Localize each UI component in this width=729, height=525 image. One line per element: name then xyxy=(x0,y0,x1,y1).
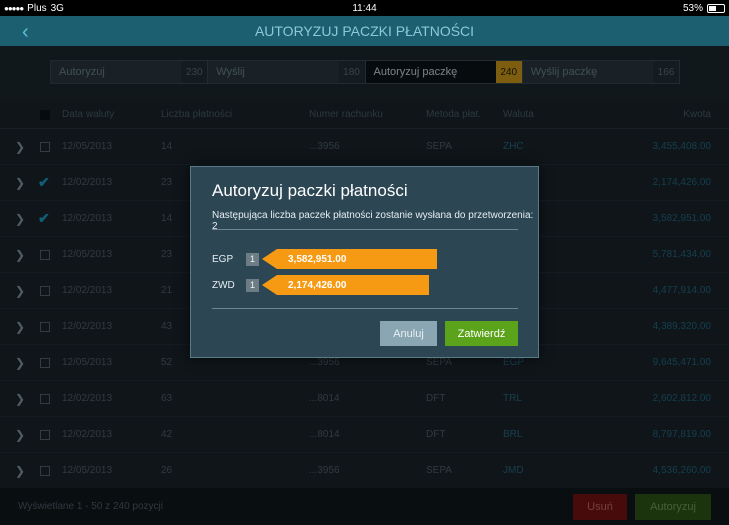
batch-amount-arrow: 2,174,426.00 xyxy=(262,275,429,295)
battery-fill xyxy=(709,5,716,11)
batch-amount: 3,582,951.00 xyxy=(288,254,347,265)
batch-currency: EGP xyxy=(212,253,234,265)
nav-header: ‹ AUTORYZUJ PACZKI PŁATNOŚCI xyxy=(0,16,729,46)
authorize-batch-dialog: Autoryzuj paczki płatności Następująca l… xyxy=(190,166,539,358)
battery-icon xyxy=(707,3,725,13)
back-chevron-icon[interactable]: ‹ xyxy=(22,21,29,44)
status-bar: ●●●●● Plus 3G 11:44 53% xyxy=(0,0,729,16)
network-label: 3G xyxy=(50,2,64,14)
signal-icon: ●●●●● xyxy=(4,3,24,13)
batch-amount: 2,174,426.00 xyxy=(288,280,347,291)
carrier-label: Plus xyxy=(27,2,47,14)
divider xyxy=(212,229,518,230)
confirm-button[interactable]: Zatwierdź xyxy=(445,321,518,346)
batch-amount-arrow: 3,582,951.00 xyxy=(262,249,437,269)
batch-count-badge: 1 xyxy=(246,252,259,266)
app-screen: ●●●●● Plus 3G 11:44 53% ‹ AUTORYZUJ PACZ… xyxy=(0,0,729,525)
clock: 11:44 xyxy=(352,2,377,14)
batch-summary-row: ZWD 1 2,174,426.00 xyxy=(212,275,429,295)
batch-count-badge: 1 xyxy=(246,278,259,292)
batch-currency: ZWD xyxy=(212,279,235,291)
divider xyxy=(212,308,518,309)
batch-summary-row: EGP 1 3,582,951.00 xyxy=(212,249,437,269)
page-title: AUTORYZUJ PACZKI PŁATNOŚCI xyxy=(254,23,475,39)
dialog-title: Autoryzuj paczki płatności xyxy=(212,181,408,200)
cancel-button[interactable]: Anuluj xyxy=(380,321,437,346)
battery-percent: 53% xyxy=(682,2,703,14)
